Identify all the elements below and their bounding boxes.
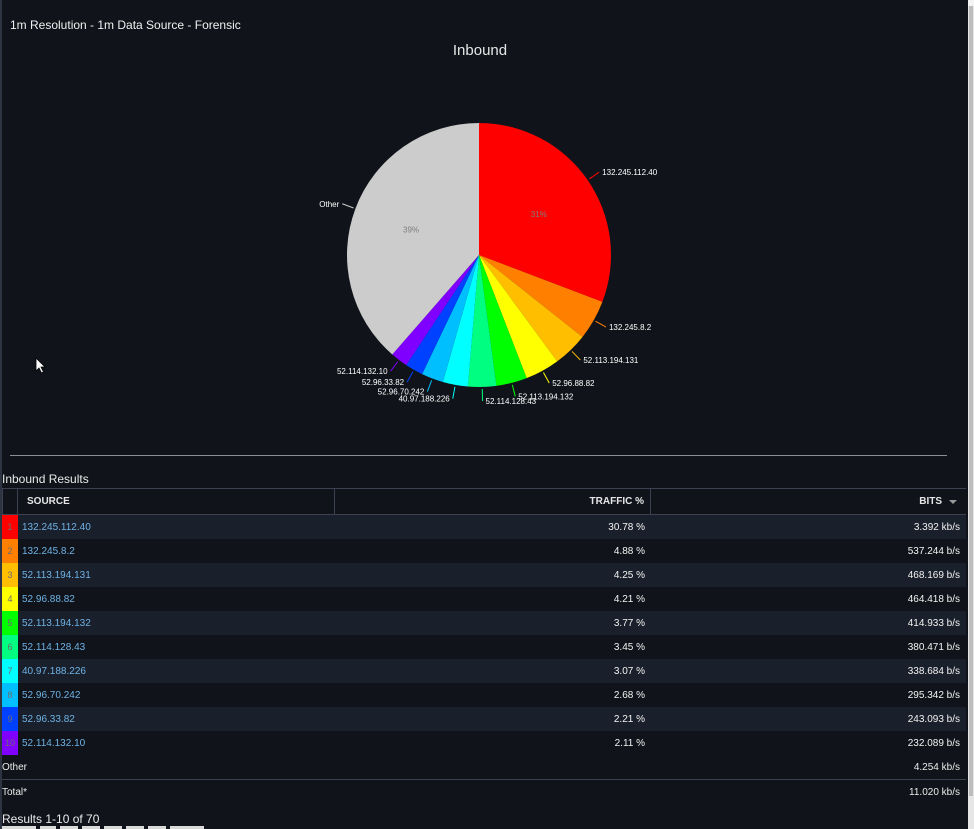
- source-link[interactable]: 52.114.132.10: [18, 738, 335, 749]
- results-count: Results 1-10 of 70: [2, 812, 100, 826]
- table-row: 6 52.114.128.43 3.45 % 380.471 b/s: [2, 635, 966, 659]
- traffic-percent: 2.68 %: [613, 689, 645, 701]
- traffic-percent: 4.21 %: [613, 593, 645, 605]
- bits-value: 380.471 b/s: [907, 641, 960, 653]
- slice-percent-label: 39%: [403, 226, 419, 235]
- rank-column-header: [2, 489, 18, 514]
- slice-percent-label: 31%: [531, 210, 547, 219]
- traffic-percent: 2.11 %: [614, 737, 645, 749]
- table-row: 5 52.113.194.132 3.77 % 414.933 b/s: [2, 611, 966, 635]
- source-link[interactable]: 132.245.112.40: [18, 522, 335, 533]
- leader-line: [406, 371, 414, 383]
- bits-value: 338.684 b/s: [907, 665, 960, 677]
- mouse-cursor-icon: [35, 357, 46, 374]
- traffic-percent: 30.78 %: [608, 521, 645, 533]
- bits-value: 232.089 b/s: [907, 737, 960, 749]
- slice-label: 132.245.112.40: [602, 168, 658, 177]
- table-row: 2 132.245.8.2 4.88 % 537.244 b/s: [2, 539, 966, 563]
- source-link[interactable]: 52.114.128.43: [18, 642, 335, 653]
- table-row: 1 132.245.112.40 30.78 % 3.392 kb/s: [2, 515, 966, 539]
- other-label: Other: [2, 761, 28, 773]
- source-link[interactable]: 52.113.194.132: [18, 618, 335, 629]
- bits-value: 295.342 b/s: [907, 689, 960, 701]
- bits-value: 468.169 b/s: [907, 569, 960, 581]
- section-divider: [10, 455, 947, 456]
- table-row: 9 52.96.33.82 2.21 % 243.093 b/s: [2, 707, 966, 731]
- traffic-percent: 3.77 %: [613, 617, 645, 629]
- chart-title: Inbound: [453, 42, 507, 59]
- table-row: 10 52.114.132.10 2.11 % 232.089 b/s: [2, 731, 966, 755]
- traffic-percent: 4.25 %: [613, 569, 645, 581]
- caret-down-icon: [949, 499, 957, 504]
- results-title: Inbound Results: [2, 472, 89, 486]
- rank-color-badge: 10: [2, 731, 18, 755]
- slice-label: 52.114.132.10: [337, 367, 388, 376]
- slice-label: Other: [319, 200, 339, 209]
- table-row: 4 52.96.88.82 4.21 % 464.418 b/s: [2, 587, 966, 611]
- bits-value: 464.418 b/s: [907, 593, 960, 605]
- source-link[interactable]: 52.96.70.242: [18, 690, 335, 701]
- rank-color-badge: 9: [2, 707, 18, 731]
- leader-line: [589, 171, 600, 180]
- traffic-column-header[interactable]: TRAFFIC %: [335, 489, 651, 514]
- bits-value: 414.933 b/s: [907, 617, 960, 629]
- results-table: SOURCE TRAFFIC % BITS 1 132.245.112.40 30.…: [2, 488, 966, 804]
- source-link[interactable]: 132.245.8.2: [18, 546, 335, 557]
- total-bits: 11.020 kb/s: [909, 786, 960, 798]
- other-bits: 4.254 kb/s: [913, 761, 960, 773]
- source-link[interactable]: 52.113.194.131: [18, 570, 335, 581]
- source-link[interactable]: 40.97.188.226: [18, 666, 335, 677]
- source-link[interactable]: 52.96.33.82: [18, 714, 335, 725]
- rank-color-badge: 4: [2, 587, 18, 611]
- vertical-scrollbar[interactable]: [968, 0, 974, 829]
- total-row: Total* 11.020 kb/s: [2, 780, 966, 804]
- slice-label: 52.114.128.43: [486, 397, 537, 406]
- table-row: 7 40.97.188.226 3.07 % 338.684 b/s: [2, 659, 966, 683]
- rank-color-badge: 8: [2, 683, 18, 707]
- table-header: SOURCE TRAFFIC % BITS: [2, 488, 966, 515]
- bits-value: 537.244 b/s: [907, 545, 960, 557]
- table-body: 1 132.245.112.40 30.78 % 3.392 kb/s 2 132.245…: [2, 515, 966, 755]
- pie-slices: [346, 123, 611, 387]
- source-link[interactable]: 52.96.88.82: [18, 594, 335, 605]
- slice-label: 52.96.88.82: [552, 379, 595, 388]
- leader-line: [390, 361, 399, 372]
- rank-color-badge: 5: [2, 611, 18, 635]
- leader-line: [426, 380, 433, 392]
- rank-color-badge: 7: [2, 659, 18, 683]
- table-row: 3 52.113.194.131 4.25 % 468.169 b/s: [2, 563, 966, 587]
- leader-line: [543, 372, 550, 384]
- slice-label: 52.96.33.82: [362, 378, 405, 387]
- source-column-header[interactable]: SOURCE: [18, 489, 335, 514]
- bits-value: 243.093 b/s: [907, 713, 960, 725]
- slice-label: 52.96.70.242: [378, 388, 425, 397]
- table-row: 8 52.96.70.242 2.68 % 295.342 b/s: [2, 683, 966, 707]
- other-row: Other 4.254 kb/s: [2, 755, 966, 779]
- traffic-percent: 3.07 %: [613, 665, 645, 677]
- traffic-percent: 2.21 %: [613, 713, 645, 725]
- bits-value: 3.392 kb/s: [913, 521, 960, 533]
- leader-line: [452, 386, 456, 399]
- leader-line: [571, 351, 581, 361]
- total-label: Total*: [2, 786, 28, 798]
- leader-line: [511, 384, 516, 397]
- leader-line: [342, 203, 354, 209]
- rank-color-badge: 2: [2, 539, 18, 563]
- slice-label: 52.113.194.131: [583, 356, 639, 365]
- traffic-percent: 4.88 %: [613, 545, 645, 557]
- leader-line: [595, 320, 607, 328]
- rank-color-badge: 3: [2, 563, 18, 587]
- bits-column-header[interactable]: BITS: [651, 489, 966, 514]
- rank-color-badge: 6: [2, 635, 18, 659]
- inbound-pie-chart: Inbound 132.245.112.40 31% 132.245.8.2 52.1…: [319, 42, 658, 406]
- slice-label: 132.245.8.2: [609, 323, 652, 332]
- scrollbar-thumb[interactable]: [969, 6, 973, 796]
- rank-color-badge: 1: [2, 515, 18, 539]
- traffic-percent: 3.45 %: [613, 641, 645, 653]
- bits-column-label: BITS: [919, 496, 942, 507]
